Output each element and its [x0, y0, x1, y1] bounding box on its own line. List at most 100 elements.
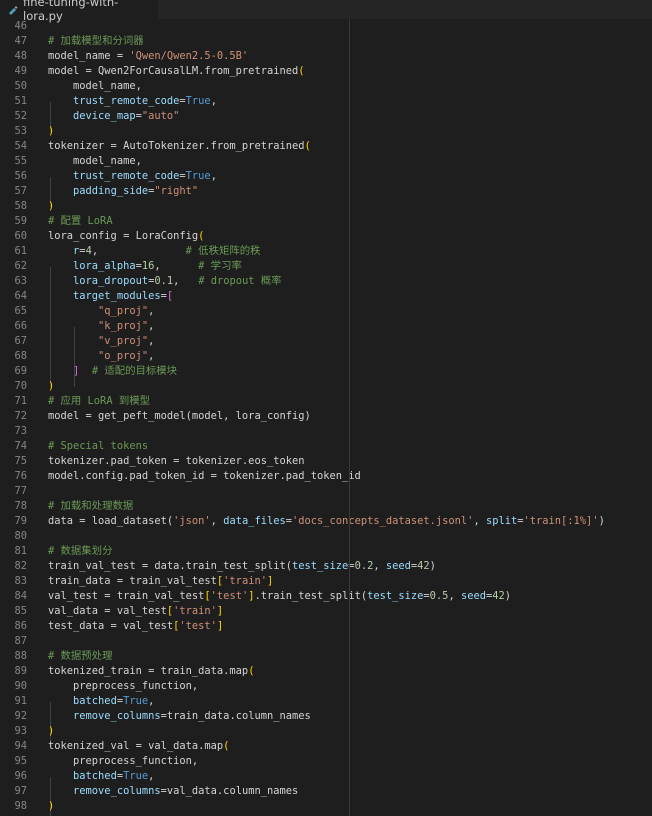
code-line[interactable]: 64 target_modules=[: [0, 289, 652, 304]
code-token: ): [48, 200, 55, 212]
code-line[interactable]: 59 # 配置 LoRA: [0, 214, 652, 229]
code-line[interactable]: 80: [0, 529, 652, 544]
code-line[interactable]: 88 # 数据预处理: [0, 649, 652, 664]
code-line[interactable]: 71 # 应用 LoRA 到模型: [0, 394, 652, 409]
code-line[interactable]: 97 remove_columns=val_data.column_names: [0, 784, 652, 799]
code-line[interactable]: 73: [0, 424, 652, 439]
code-text: model = get_peft_model(model, lora_confi…: [48, 409, 311, 424]
code-line[interactable]: 79 data = load_dataset('json', data_files…: [0, 514, 652, 529]
code-text: train_data = train_val_test['train']: [48, 574, 273, 589]
code-line[interactable]: 51 trust_remote_code=True,: [0, 94, 652, 109]
code-text: lora_config = LoraConfig(: [48, 229, 204, 244]
code-line[interactable]: 58): [0, 199, 652, 214]
code-line[interactable]: 60 lora_config = LoraConfig(: [0, 229, 652, 244]
line-number: 55: [14, 155, 27, 167]
code-line[interactable]: 96 batched=True,: [0, 769, 652, 784]
code-editor[interactable]: 46 47 # 加载模型和分词器 48 model_name = 'Qwen/Qwen2…: [0, 19, 652, 816]
code-line[interactable]: 65 "q_proj",: [0, 304, 652, 319]
code-line[interactable]: 75 tokenizer.pad_token = tokenizer.eos_to…: [0, 454, 652, 469]
code-line[interactable]: 76 model.config.pad_token_id = tokenizer.…: [0, 469, 652, 484]
code-line[interactable]: 53): [0, 124, 652, 139]
code-text: remove_columns=train_data.column_names: [48, 709, 311, 724]
code-token: True: [123, 770, 149, 782]
code-line[interactable]: 56 trust_remote_code=True,: [0, 169, 652, 184]
line-number: 50: [14, 80, 27, 92]
code-line[interactable]: 83 train_data = train_val_test['train']: [0, 574, 652, 589]
line-number: 91: [14, 695, 27, 707]
code-line[interactable]: 82 train_val_test = data.train_test_split…: [0, 559, 652, 574]
line-number: 47: [14, 35, 27, 47]
code-line[interactable]: 50 model_name,: [0, 79, 652, 94]
code-line[interactable]: 62 lora_alpha=16, # 学习率: [0, 259, 652, 274]
code-line[interactable]: 63 lora_dropout=0.1, # dropout 概率: [0, 274, 652, 289]
code-line[interactable]: 46: [0, 19, 652, 34]
line-number: 89: [14, 665, 27, 677]
line-number: 82: [14, 560, 27, 572]
line-number: 68: [14, 350, 27, 362]
code-line[interactable]: 86 test_data = val_test['test']: [0, 619, 652, 634]
code-token: val_data = val_test: [48, 605, 167, 617]
code-line[interactable]: 74 # Special tokens: [0, 439, 652, 454]
code-token: "auto": [141, 110, 180, 122]
code-line[interactable]: 68 "o_proj",: [0, 349, 652, 364]
code-line[interactable]: 89 tokenized_train = train_data.map(: [0, 664, 652, 679]
code-line[interactable]: 61 r=4, # 低秩矩阵的秩: [0, 244, 652, 259]
code-line[interactable]: 47 # 加载模型和分词器: [0, 34, 652, 49]
code-text: val_data = val_test['train']: [48, 604, 223, 619]
code-line[interactable]: 98): [0, 799, 652, 814]
code-line[interactable]: 55 model_name,: [0, 154, 652, 169]
code-line[interactable]: 90 preprocess_function,: [0, 679, 652, 694]
code-line[interactable]: 81 # 数据集划分: [0, 544, 652, 559]
code-line[interactable]: 54 tokenizer = AutoTokenizer.from_pretrai…: [0, 139, 652, 154]
line-number: 84: [14, 590, 27, 602]
code-line[interactable]: 95 preprocess_function,: [0, 754, 652, 769]
code-token: 'docs_concepts_dataset.jsonl': [292, 515, 474, 527]
code-token: tokenizer.pad_token = tokenizer.eos_toke…: [48, 455, 305, 467]
code-line[interactable]: 85 val_data = val_test['train']: [0, 604, 652, 619]
code-token: model_name,: [48, 80, 142, 92]
code-line[interactable]: 93): [0, 724, 652, 739]
code-line[interactable]: 72 model = get_peft_model(model, lora_con…: [0, 409, 652, 424]
line-number: 96: [14, 770, 27, 782]
code-line[interactable]: 49 model = Qwen2ForCausalLM.from_pretrain…: [0, 64, 652, 79]
code-line[interactable]: 57 padding_side="right": [0, 184, 652, 199]
code-line[interactable]: 77: [0, 484, 652, 499]
code-token: 'train': [173, 605, 217, 617]
code-line[interactable]: 78 # 加载和处理数据: [0, 499, 652, 514]
code-text: trust_remote_code=True,: [48, 169, 217, 184]
code-text: "v_proj",: [48, 334, 154, 349]
line-number: 54: [14, 140, 27, 152]
code-line[interactable]: 94 tokenized_val = val_data.map(: [0, 739, 652, 754]
code-token: trust_remote_code: [73, 170, 180, 182]
code-token: # 数据预处理: [48, 650, 113, 662]
code-token: tokenizer = AutoTokenizer.from_pretraine…: [48, 140, 305, 152]
code-text: "q_proj",: [48, 304, 154, 319]
code-line[interactable]: 48 model_name = 'Qwen/Qwen2.5-0.5B': [0, 49, 652, 64]
code-line[interactable]: 69 ] # 适配的目标模块: [0, 364, 652, 379]
code-token: 16: [141, 260, 155, 272]
line-number: 48: [14, 50, 27, 62]
code-line[interactable]: 52 device_map="auto": [0, 109, 652, 124]
code-line[interactable]: 67 "v_proj",: [0, 334, 652, 349]
code-token: # 配置 LoRA: [48, 215, 113, 227]
code-line[interactable]: 92 remove_columns=train_data.column_name…: [0, 709, 652, 724]
code-line[interactable]: 66 "k_proj",: [0, 319, 652, 334]
code-token: model = Qwen2ForCausalLM.from_pretrained: [48, 65, 299, 77]
code-token: seed: [460, 590, 486, 602]
code-token: model.config.pad_token_id = tokenizer.pa…: [48, 470, 361, 482]
code-text: # 数据预处理: [48, 649, 112, 664]
code-token: target_modules: [73, 290, 161, 302]
line-number: 83: [14, 575, 27, 587]
line-number: 98: [14, 800, 27, 812]
code-token: test_size: [291, 560, 349, 572]
file-tab[interactable]: fine-tuning-with-lora.py: [0, 0, 158, 23]
code-line[interactable]: 84 val_test = train_val_test['test'].trai…: [0, 589, 652, 604]
line-number: 51: [14, 95, 27, 107]
code-line[interactable]: 91 batched=True,: [0, 694, 652, 709]
line-number: 71: [14, 395, 27, 407]
code-token: # 加载模型和分词器: [48, 35, 144, 47]
code-line[interactable]: 87: [0, 634, 652, 649]
code-line[interactable]: 70): [0, 379, 652, 394]
